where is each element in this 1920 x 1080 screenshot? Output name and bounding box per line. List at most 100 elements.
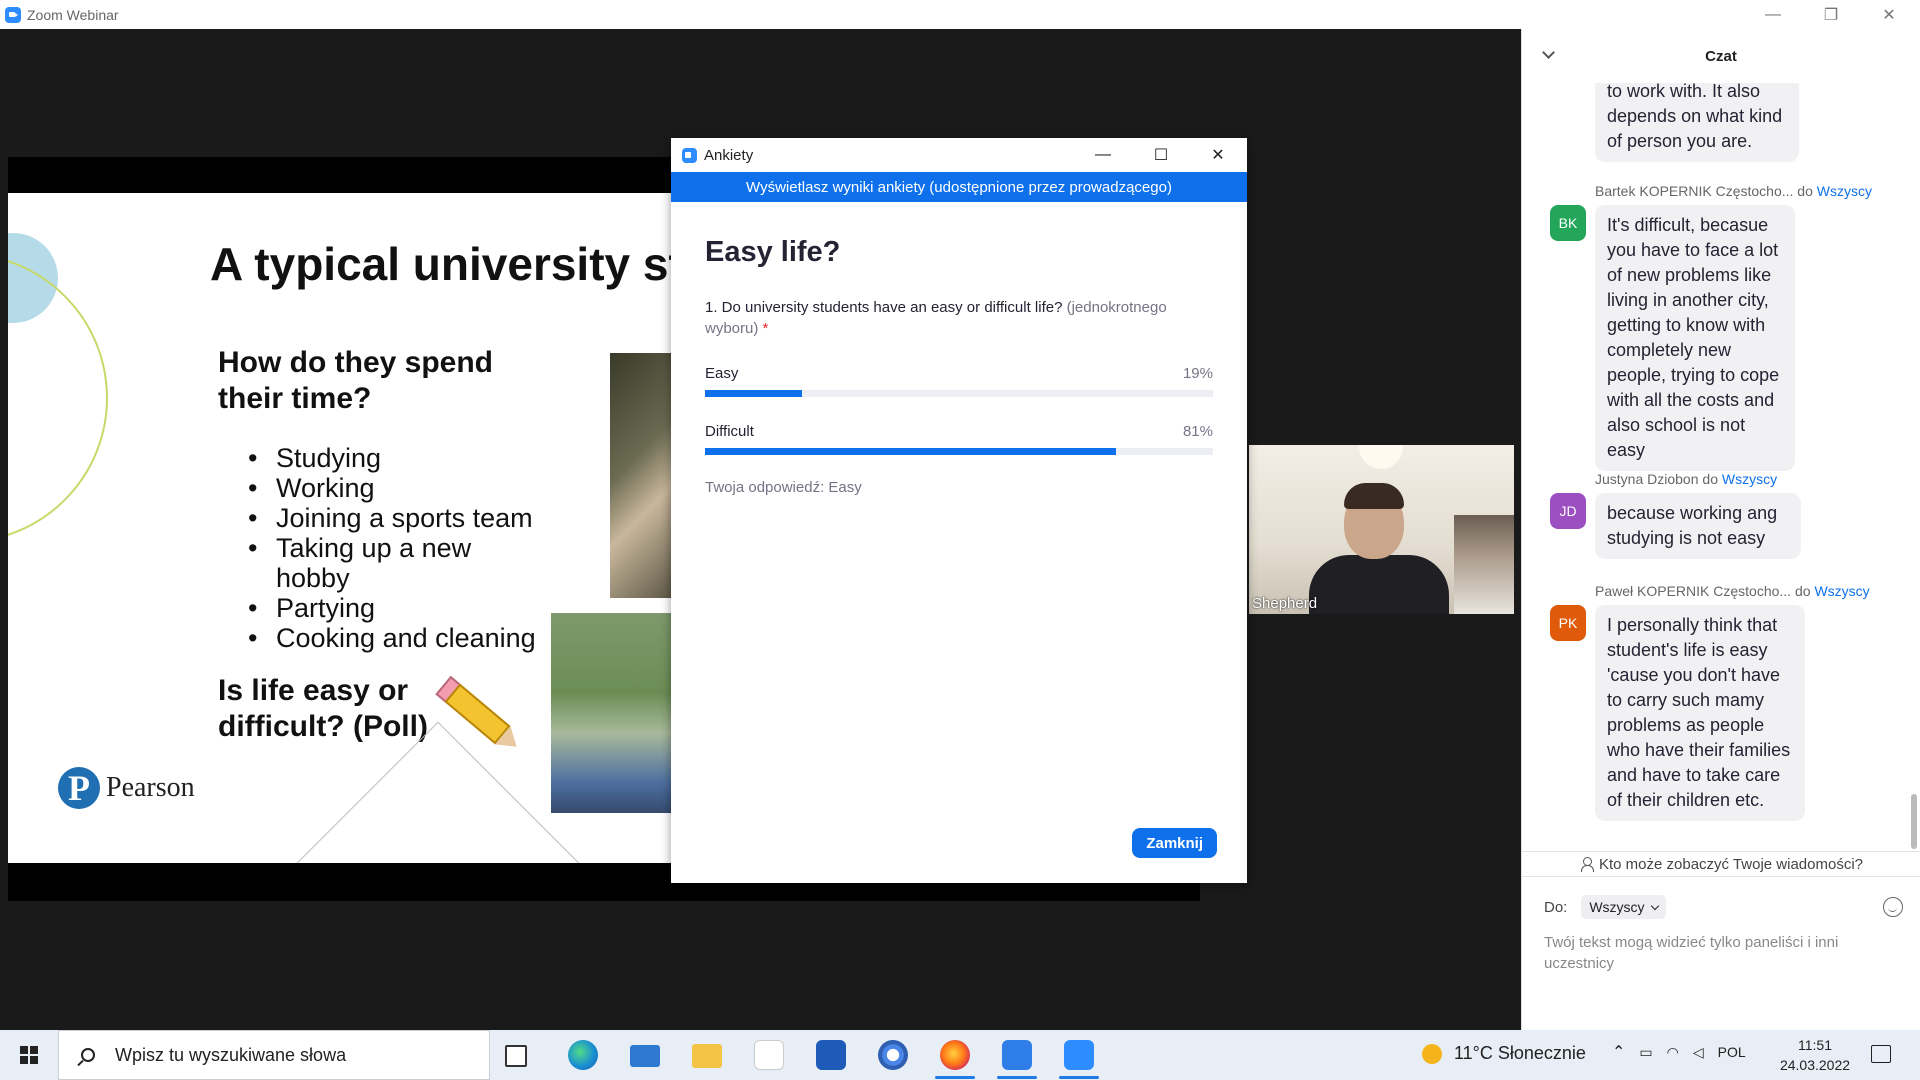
poll-maximize-button[interactable]: ☐ xyxy=(1132,138,1190,172)
poll-bar-track xyxy=(705,448,1213,455)
slide-subtitle: How do they spend their time? xyxy=(218,346,494,415)
chat-sender: Paweł KOPERNIK Częstocho... do Wszyscy xyxy=(1595,583,1870,599)
person-icon xyxy=(1580,857,1594,872)
sun-icon xyxy=(1422,1043,1442,1064)
chrome-icon[interactable] xyxy=(878,1040,908,1070)
participant-body xyxy=(1309,555,1449,614)
poll-option-percent: 19% xyxy=(1182,365,1213,382)
chat-sender-name: Paweł KOPERNIK Częstocho... xyxy=(1595,583,1792,599)
chat-message-list[interactable]: to work with. It also depends on what ki… xyxy=(1522,83,1912,850)
taskbar-clock[interactable]: 11:51 24.03.2022 xyxy=(1775,1035,1855,1075)
emoji-icon[interactable] xyxy=(1883,897,1903,917)
taskbar-weather[interactable]: 11°C Słonecznie xyxy=(1422,1043,1586,1064)
chat-header: Czat xyxy=(1522,29,1920,83)
poll-option-label: Easy xyxy=(705,365,739,382)
chat-sender: Bartek KOPERNIK Częstocho... do Wszyscy xyxy=(1595,183,1872,199)
chat-privacy-link[interactable]: Kto może zobaczyć Twoje wiadomości? xyxy=(1522,851,1920,877)
firefox-active-indicator xyxy=(935,1076,975,1079)
chat-recipient-row: Do: Wszyscy xyxy=(1544,895,1666,919)
volume-icon[interactable]: ◁ xyxy=(1693,1044,1704,1061)
file-explorer-icon[interactable] xyxy=(692,1044,722,1068)
battery-icon[interactable]: ▭ xyxy=(1639,1044,1652,1061)
chat-sender-name: Bartek KOPERNIK Częstocho... xyxy=(1595,183,1794,199)
poll-bar-track xyxy=(705,390,1213,397)
chat-to-label: Do: xyxy=(1544,898,1568,916)
chat-title: Czat xyxy=(1705,47,1737,65)
weather-text: 11°C Słonecznie xyxy=(1454,1043,1586,1063)
chat-recipient-select[interactable]: Wszyscy xyxy=(1581,895,1666,919)
chat-bubble: I personally think that student's life i… xyxy=(1595,605,1805,821)
mail-icon[interactable] xyxy=(630,1045,660,1067)
bullet-item: Cooking and cleaning xyxy=(248,623,548,653)
chat-recipient-value: Wszyscy xyxy=(1589,899,1645,915)
poll-results-banner: Wyświetlasz wyniki ankiety (udostępnione… xyxy=(671,172,1247,202)
chat-message-input[interactable]: Twój tekst mogą widzieć tylko paneliści … xyxy=(1544,932,1884,974)
zoom-active-indicator xyxy=(1059,1076,1099,1079)
avatar: PK xyxy=(1550,605,1586,641)
minimize-button[interactable]: — xyxy=(1744,0,1802,29)
zoom-taskbar-icon[interactable] xyxy=(1064,1040,1094,1070)
chat-bubble: because working ang studying is not easy xyxy=(1595,493,1801,559)
bullet-item: Working xyxy=(248,473,548,503)
poll-titlebar: Ankiety — ☐ ✕ xyxy=(671,138,1247,172)
poll-question: 1. Do university students have an easy o… xyxy=(705,297,1213,339)
wifi-icon[interactable]: ◠ xyxy=(1667,1044,1679,1061)
edge-icon[interactable] xyxy=(568,1040,598,1070)
lamp xyxy=(1359,445,1403,469)
pearson-logo-mark: P xyxy=(58,767,100,809)
bullet-item: Partying xyxy=(248,593,548,623)
poll-close-button[interactable]: Zamknij xyxy=(1132,828,1217,858)
firefox-icon[interactable] xyxy=(940,1040,970,1070)
participant-hair xyxy=(1344,483,1404,509)
chat-recipient[interactable]: Wszyscy xyxy=(1814,583,1869,599)
chat-recipient[interactable]: Wszyscy xyxy=(1722,471,1777,487)
poll-minimize-button[interactable]: — xyxy=(1074,138,1132,172)
chevron-down-icon[interactable] xyxy=(1542,46,1555,59)
poll-option: Difficult 81% xyxy=(705,423,1213,455)
decor-arc xyxy=(8,253,108,543)
search-icon xyxy=(81,1048,95,1062)
slide-photo-kids xyxy=(551,613,691,813)
chat-bubble: to work with. It also depends on what ki… xyxy=(1595,83,1799,162)
bullet-item: Joining a sports team xyxy=(248,503,548,533)
pearson-logo: P Pearson xyxy=(58,767,195,809)
poll-dialog: Ankiety — ☐ ✕ Wyświetlasz wyniki ankiety… xyxy=(671,138,1247,883)
avatar: BK xyxy=(1550,205,1586,241)
input-language[interactable]: POL xyxy=(1718,1044,1746,1060)
chevron-down-icon xyxy=(1650,901,1659,910)
windows-logo-icon xyxy=(20,1046,38,1064)
avatar: JD xyxy=(1550,493,1586,529)
search-placeholder: Wpisz tu wyszukiwane słowa xyxy=(115,1044,347,1065)
poll-option-percent: 81% xyxy=(1182,423,1213,440)
app-titlebar: Zoom Webinar — ❐ ✕ xyxy=(0,0,1920,29)
gift-app-icon[interactable] xyxy=(754,1040,784,1070)
zoom-app-icon xyxy=(5,6,21,23)
slide-bullet-list: Studying Working Joining a sports team T… xyxy=(248,443,548,653)
chevron-up-icon[interactable]: ⌃ xyxy=(1612,1042,1625,1062)
chat-to-prefix: do xyxy=(1794,583,1811,599)
chat-recipient[interactable]: Wszyscy xyxy=(1817,183,1872,199)
restore-button[interactable]: ❐ xyxy=(1802,0,1860,29)
system-tray: ⌃ ▭ ◠ ◁ POL xyxy=(1612,1042,1746,1062)
poll-question-text: 1. Do university students have an easy o… xyxy=(705,299,1063,316)
chat-scrollbar[interactable] xyxy=(1911,794,1917,849)
bullet-item: Studying xyxy=(248,443,548,473)
store-icon[interactable] xyxy=(816,1040,846,1070)
pearson-logo-text: Pearson xyxy=(106,772,195,803)
clock-date: 24.03.2022 xyxy=(1779,1057,1851,1073)
slide-title: A typical university st xyxy=(210,238,684,290)
start-button[interactable] xyxy=(0,1030,58,1080)
video-tile[interactable]: Shepherd xyxy=(1249,445,1514,614)
taskbar-search[interactable]: Wpisz tu wyszukiwane słowa xyxy=(58,1030,490,1080)
chat-sender: Justyna Dziobon do Wszyscy xyxy=(1595,471,1777,487)
poll-window-title: Ankiety xyxy=(704,146,754,164)
poll-option: Easy 19% xyxy=(705,365,1213,397)
chat-to-prefix: do xyxy=(1702,471,1718,487)
notification-icon[interactable] xyxy=(1871,1045,1891,1063)
app-active-indicator xyxy=(997,1076,1037,1079)
task-view-icon[interactable] xyxy=(505,1045,527,1067)
poll-close-x-button[interactable]: ✕ xyxy=(1189,138,1247,172)
app-icon[interactable] xyxy=(1002,1040,1032,1070)
poll-heading: Easy life? xyxy=(705,236,841,268)
close-window-button[interactable]: ✕ xyxy=(1860,0,1918,29)
